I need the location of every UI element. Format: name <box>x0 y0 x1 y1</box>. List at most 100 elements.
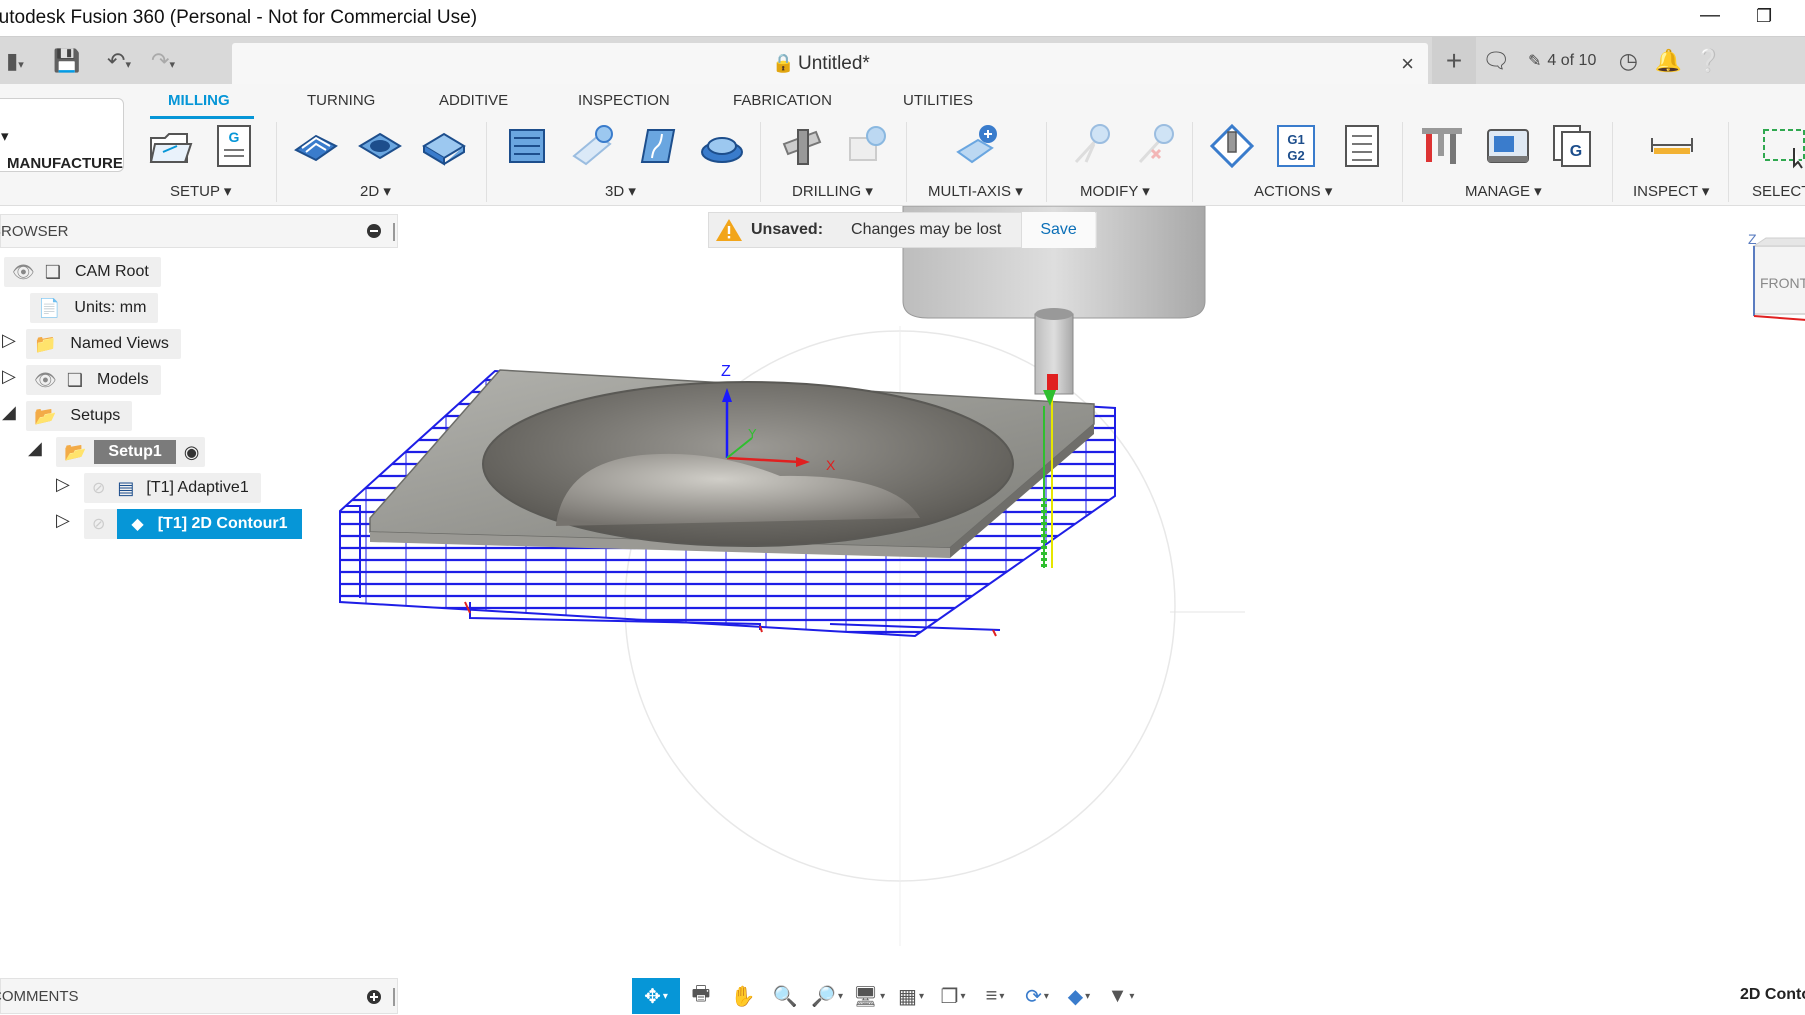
post-process-icon[interactable]: G1 G2 <box>1272 122 1320 170</box>
modify-scissors-icon[interactable] <box>1066 122 1114 170</box>
panel-grip-icon[interactable] <box>393 223 395 241</box>
grid-icon[interactable]: ▦ ▾ <box>890 978 932 1014</box>
tree-node-label: CAM Root <box>75 263 149 280</box>
multi-axis-icon[interactable] <box>952 122 1000 170</box>
file-menu-icon[interactable]: ▮▾ <box>0 48 30 74</box>
orbit-move-icon[interactable]: ✥ ▾ <box>632 978 680 1014</box>
new-setup-icon[interactable] <box>147 122 195 170</box>
collapse-arrow-icon[interactable]: ◢ <box>28 438 42 459</box>
tree-node-cam-root[interactable]: 👁 ❑ CAM Root <box>4 257 161 287</box>
drill-icon[interactable] <box>778 122 826 170</box>
fit-icon[interactable]: 🔎 ▾ <box>806 978 848 1014</box>
tab-inspection[interactable]: INSPECTION <box>578 92 670 109</box>
hidden-eye-icon[interactable]: ⊘ <box>92 478 105 498</box>
tool-display-icon[interactable]: ▼ ▾ <box>1100 978 1142 1014</box>
job-status[interactable]: ✎ 4 of 10 <box>1528 51 1596 71</box>
group-2d[interactable]: 2D ▾ <box>360 182 391 200</box>
expand-arrow-icon[interactable]: ▷ <box>2 366 16 387</box>
expand-arrow-icon[interactable]: ▷ <box>56 474 70 495</box>
tree-node-setup1[interactable]: 📂 Setup1 ◉ <box>56 437 206 467</box>
viewcube[interactable]: Z FRONT <box>1746 228 1805 324</box>
fusion-app: Autodesk Fusion 360 (Personal - Not for … <box>0 0 1805 1015</box>
group-setup[interactable]: SETUP ▾ <box>170 182 231 200</box>
tab-additive[interactable]: ADDITIVE <box>439 92 508 109</box>
pan-hand-icon[interactable]: ✋ <box>722 978 764 1014</box>
tab-fabrication[interactable]: FABRICATION <box>733 92 832 109</box>
measure-icon[interactable] <box>1648 122 1696 170</box>
tab-milling[interactable]: MILLING <box>168 92 230 109</box>
tree-node-adaptive1[interactable]: ⊘ ▤ [T1] Adaptive1 <box>84 473 261 503</box>
add-comment-icon[interactable] <box>367 990 381 1004</box>
tab-utilities[interactable]: UTILITIES <box>903 92 973 109</box>
tree-node-named-views[interactable]: 📁 Named Views <box>26 329 181 359</box>
group-inspect[interactable]: INSPECT ▾ <box>1633 182 1709 200</box>
navigation-bar: ✥ ▾ 🖶 ✋ 🔍 🔎 ▾ 🖥 ▾ ▦ ▾ ❐ ▾ ≡ ▾ ⟳ ▾ ◆ ▾ ▼ ▾ <box>632 978 1172 1014</box>
comment-icon[interactable]: 🗨 <box>1476 48 1516 74</box>
eye-icon[interactable]: 👁 <box>34 370 57 391</box>
tab-turning[interactable]: TURNING <box>307 92 375 109</box>
post-library-icon[interactable]: G <box>1548 122 1596 170</box>
g-label: G <box>1570 143 1582 160</box>
viewports-icon[interactable]: ❐ ▾ <box>932 978 974 1014</box>
3d-contour-icon[interactable] <box>632 122 680 170</box>
3d-adaptive-icon[interactable] <box>504 122 552 170</box>
active-setup-radio-icon[interactable]: ◉ <box>184 442 200 463</box>
tool-tip-marker <box>1047 374 1058 390</box>
tool-library-icon[interactable] <box>1418 122 1466 170</box>
x-axis-label: X <box>826 457 836 473</box>
stock-display-icon[interactable]: ◆ ▾ <box>1058 978 1100 1014</box>
tree-node-2d-contour1[interactable]: ⊘ ◆ [T1] 2D Contour1 <box>84 509 302 539</box>
header-controls: + 🗨 ✎ 4 of 10 ◷ 🔔 ❔ <box>1432 37 1805 85</box>
viewcube-top-face[interactable] <box>1752 237 1805 247</box>
history-icon[interactable]: ◷ <box>1608 48 1648 74</box>
group-3d[interactable]: 3D ▾ <box>605 182 636 200</box>
eye-icon[interactable]: 👁 <box>12 262 35 283</box>
2d-adaptive-icon[interactable] <box>292 122 340 170</box>
group-separator <box>276 122 277 202</box>
close-icon[interactable]: × <box>1401 51 1414 77</box>
3d-parallel-icon[interactable] <box>698 122 746 170</box>
3d-viewport[interactable]: Z Y X <box>0 206 1805 976</box>
zoom-icon[interactable]: 🔍 <box>764 978 806 1014</box>
select-window-icon[interactable] <box>1758 122 1805 170</box>
modify-delete-icon[interactable] <box>1130 122 1178 170</box>
display-settings-icon[interactable]: 🖥 ▾ <box>848 978 890 1014</box>
undo-icon[interactable]: ↶▾ <box>104 48 134 74</box>
notification-bell-icon[interactable]: 🔔 <box>1648 48 1688 74</box>
new-tab-icon[interactable]: + <box>1432 37 1476 85</box>
3d-pocket-icon[interactable] <box>568 122 616 170</box>
expand-arrow-icon[interactable]: ▷ <box>56 510 70 531</box>
collapse-panel-icon[interactable] <box>367 224 381 238</box>
face-icon[interactable] <box>420 122 468 170</box>
tree-node-models[interactable]: 👁 ❑ Models <box>26 365 161 395</box>
2d-pocket-icon[interactable] <box>356 122 404 170</box>
help-icon[interactable]: ❔ <box>1688 48 1728 74</box>
look-at-icon[interactable]: 🖶 <box>680 978 722 1014</box>
setup-sheet-icon[interactable]: G <box>210 122 258 170</box>
refresh-icon[interactable]: ⟳ ▾ <box>1016 978 1058 1014</box>
workspace-switcher[interactable]: MANUFACTURE ▾ <box>0 98 124 172</box>
restore-icon[interactable]: ❐ <box>1756 6 1772 27</box>
simulate-icon[interactable] <box>1208 122 1256 170</box>
group-modify[interactable]: MODIFY ▾ <box>1080 182 1150 200</box>
tree-node-units[interactable]: 📄 Units: mm <box>30 293 159 323</box>
document-tab[interactable]: 🔒 Untitled* × <box>232 43 1428 85</box>
group-manage[interactable]: MANAGE ▾ <box>1465 182 1542 200</box>
save-icon[interactable]: 💾 <box>52 48 82 74</box>
hole-recognition-icon[interactable] <box>842 122 890 170</box>
panel-grip-icon[interactable] <box>393 988 395 1006</box>
group-select[interactable]: SELECT ▾ <box>1752 182 1805 200</box>
group-actions[interactable]: ACTIONS ▾ <box>1254 182 1332 200</box>
machine-library-icon[interactable] <box>1484 122 1532 170</box>
group-drilling[interactable]: DRILLING ▾ <box>792 182 873 200</box>
save-link-button[interactable]: Save <box>1021 212 1095 248</box>
collapse-arrow-icon[interactable]: ◢ <box>2 402 16 423</box>
expand-arrow-icon[interactable]: ▷ <box>2 330 16 351</box>
minimize-icon[interactable]: — <box>1700 4 1720 27</box>
tree-node-setups[interactable]: 📂 Setups <box>26 401 133 431</box>
hidden-eye-icon[interactable]: ⊘ <box>92 514 105 534</box>
layers-icon[interactable]: ≡ ▾ <box>974 978 1016 1014</box>
setup-sheet-list-icon[interactable] <box>1338 122 1386 170</box>
redo-icon[interactable]: ↷▾ <box>148 48 178 74</box>
group-multi-axis[interactable]: MULTI-AXIS ▾ <box>928 182 1023 200</box>
